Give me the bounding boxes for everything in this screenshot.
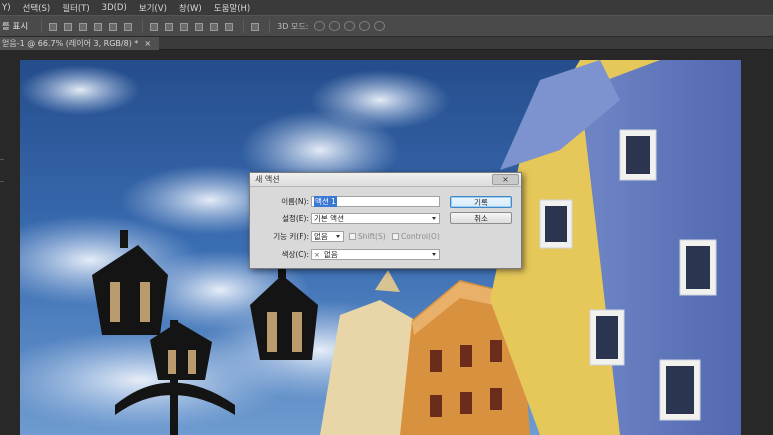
- new-action-dialog: 새 액션 × 이름(N): 액션 1 설정(E): 기본 액션 기능 키(F):…: [249, 172, 522, 269]
- 3d-scale-icon[interactable]: [374, 21, 386, 31]
- distribute-left-icon[interactable]: [193, 21, 204, 31]
- menu-bar: Y) 선택(S) 필터(T) 3D(D) 보기(V) 창(W) 도움말(H): [0, 0, 773, 15]
- distribute-top-icon[interactable]: [148, 21, 159, 31]
- chevron-down-icon: [432, 253, 436, 256]
- align-hcenter-icon[interactable]: [107, 21, 118, 31]
- control-checkbox[interactable]: Control(O): [392, 231, 440, 242]
- control-checkbox-label: Control(O): [401, 232, 440, 241]
- shift-checkbox-label: Shift(S): [358, 232, 386, 241]
- dialog-title: 새 액션: [255, 175, 280, 184]
- divider: [41, 19, 43, 33]
- divider: [243, 19, 245, 33]
- ruler-tick: [0, 181, 4, 182]
- align-bottom-icon[interactable]: [77, 21, 88, 31]
- chevron-down-icon: [432, 217, 436, 220]
- divider: [142, 19, 144, 33]
- shift-checkbox-box: [349, 233, 356, 240]
- distribute-hcenter-icon[interactable]: [208, 21, 219, 31]
- menu-item-select[interactable]: 선택(S): [23, 2, 51, 14]
- 3d-pan-icon[interactable]: [344, 21, 356, 31]
- align-right-icon[interactable]: [122, 21, 133, 31]
- close-icon[interactable]: ×: [144, 39, 151, 48]
- color-dropdown-value: 없음: [324, 250, 338, 259]
- close-icon[interactable]: ×: [492, 174, 519, 185]
- color-label: 색상(C):: [281, 250, 309, 259]
- chevron-down-icon: [336, 235, 340, 238]
- function-key-dropdown[interactable]: 없음: [311, 231, 344, 242]
- show-transform-controls-label[interactable]: 를 표시: [2, 20, 28, 32]
- menu-item-filter[interactable]: 필터(T): [62, 2, 89, 14]
- dialog-body: 이름(N): 액션 1 설정(E): 기본 액션 기능 키(F): 없음 Shi…: [250, 187, 521, 269]
- name-field-value: 액션 1: [314, 196, 337, 207]
- 3d-mode-label: 3D 모드:: [277, 21, 309, 31]
- 3d-roll-icon[interactable]: [329, 21, 341, 31]
- name-field[interactable]: 액션 1: [311, 196, 440, 207]
- function-key-label: 기능 키(F):: [273, 232, 309, 241]
- auto-align-icon[interactable]: [249, 21, 260, 31]
- distribute-vcenter-icon[interactable]: [163, 21, 174, 31]
- document-tab[interactable]: 얻음-1 @ 66.7% (레이어 3, RGB/8) * ×: [0, 37, 160, 50]
- dialog-titlebar[interactable]: 새 액션 ×: [250, 173, 521, 187]
- cancel-button[interactable]: 취소: [450, 212, 512, 224]
- ruler-tick: [0, 159, 4, 160]
- menu-item-help[interactable]: 도움말(H): [214, 2, 250, 14]
- divider: [269, 19, 271, 33]
- menu-item-image[interactable]: Y): [2, 3, 11, 13]
- 3d-slide-icon[interactable]: [359, 21, 371, 31]
- menu-item-window[interactable]: 창(W): [179, 2, 202, 14]
- distribute-right-icon[interactable]: [223, 21, 234, 31]
- 3d-rotate-icon[interactable]: [314, 21, 326, 31]
- control-checkbox-box: [392, 233, 399, 240]
- set-dropdown-value: 기본 액션: [314, 214, 344, 223]
- menu-item-view[interactable]: 보기(V): [139, 2, 167, 14]
- document-tab-bar: 얻음-1 @ 66.7% (레이어 3, RGB/8) * ×: [0, 37, 773, 50]
- color-dropdown[interactable]: × 없음: [311, 249, 440, 260]
- no-color-swatch-icon: ×: [314, 250, 320, 259]
- name-label: 이름(N):: [281, 197, 309, 206]
- align-vcenter-icon[interactable]: [62, 21, 73, 31]
- set-dropdown[interactable]: 기본 액션: [311, 213, 440, 224]
- function-key-value: 없음: [314, 232, 328, 241]
- set-label: 설정(E):: [282, 214, 309, 223]
- document-tab-title: 얻음-1 @ 66.7% (레이어 3, RGB/8) *: [2, 39, 139, 48]
- align-top-icon[interactable]: [47, 21, 58, 31]
- options-bar: 를 표시 3D 모드:: [0, 15, 773, 37]
- record-button[interactable]: 기록: [450, 196, 512, 208]
- menu-item-3d[interactable]: 3D(D): [102, 3, 127, 13]
- shift-checkbox[interactable]: Shift(S): [349, 231, 386, 242]
- align-left-icon[interactable]: [92, 21, 103, 31]
- distribute-bottom-icon[interactable]: [178, 21, 189, 31]
